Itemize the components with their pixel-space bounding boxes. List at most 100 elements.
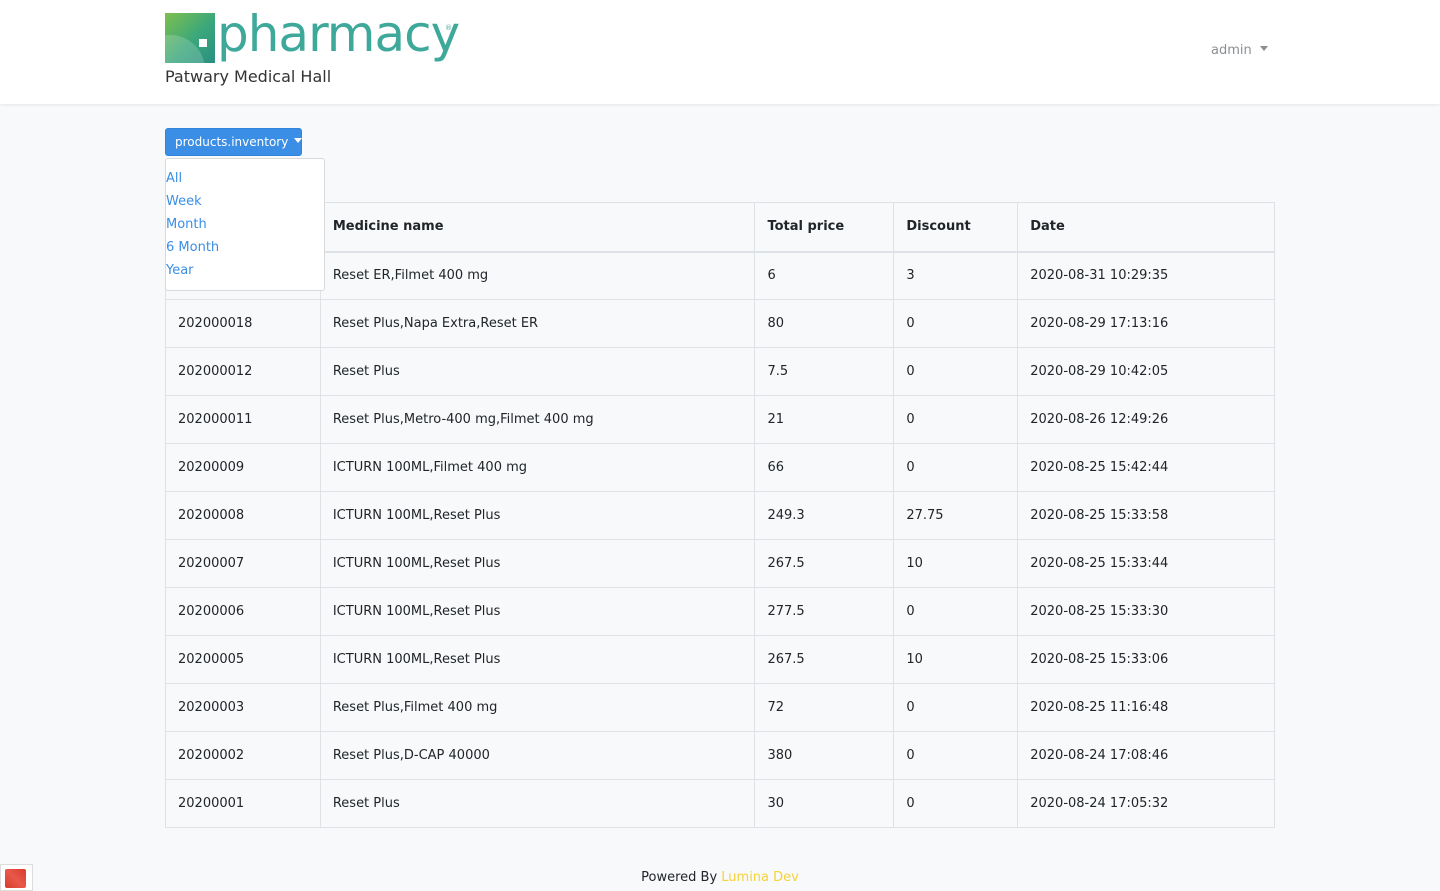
cell-discount: 0 <box>893 443 1019 492</box>
table-row: 20200008 ICTURN 100ML,Reset Plus 249.3 27.7… <box>165 491 1275 540</box>
cell-date: 2020-08-29 17:13:16 <box>1017 299 1275 348</box>
cell-total-price: 380 <box>754 731 895 780</box>
cell-discount: 0 <box>893 683 1019 732</box>
column-header-discount: Discount <box>893 202 1019 253</box>
cell-date: 2020-08-25 15:33:06 <box>1017 635 1275 684</box>
shop-name: Patwary Medical Hall <box>165 67 332 86</box>
cell-id: 20200009 <box>165 443 321 492</box>
cell-total-price: 6 <box>754 251 895 300</box>
cell-date: 2020-08-31 10:29:35 <box>1017 251 1275 300</box>
table-row: 20200005 ICTURN 100ML,Reset Plus 267.5 10 20… <box>165 635 1275 684</box>
user-menu-label: admin <box>1211 43 1252 58</box>
cell-discount: 3 <box>893 251 1019 300</box>
table-row: 20200009 ICTURN 100ML,Filmet 400 mg 66 0 202… <box>165 443 1275 492</box>
footer-prefix: Powered By <box>641 870 718 885</box>
cell-medicine-name: Reset Plus,Metro-400 mg,Filmet 400 mg <box>319 395 756 444</box>
cell-medicine-name: Reset ER,Filmet 400 mg <box>319 251 756 300</box>
cell-medicine-name: Reset Plus,Napa Extra,Reset ER <box>319 299 756 348</box>
logo-registered-mark: ® <box>445 24 452 32</box>
cell-id: 20200008 <box>165 491 321 540</box>
cell-id: 20200006 <box>165 587 321 636</box>
column-header-medicine-name: Medicine name <box>319 202 756 253</box>
filter-button-label: products.inventory <box>175 135 289 149</box>
cell-discount: 0 <box>893 587 1019 636</box>
cell-date: 2020-08-25 15:33:44 <box>1017 539 1275 588</box>
cell-total-price: 277.5 <box>754 587 895 636</box>
cell-discount: 0 <box>893 779 1019 828</box>
cell-discount: 10 <box>893 635 1019 684</box>
table-row: 20200007 ICTURN 100ML,Reset Plus 267.5 10 20… <box>165 539 1275 588</box>
cell-id: 20200003 <box>165 683 321 732</box>
cell-medicine-name: ICTURN 100ML,Reset Plus <box>319 539 756 588</box>
cell-total-price: 21 <box>754 395 895 444</box>
cell-medicine-name: ICTURN 100ML,Filmet 400 mg <box>319 443 756 492</box>
table-header-row: Medicine name Total price Discount Date <box>165 202 1275 253</box>
cell-date: 2020-08-24 17:08:46 <box>1017 731 1275 780</box>
cell-medicine-name: Reset Plus,D-CAP 40000 <box>319 731 756 780</box>
cell-id: 202000018 <box>165 299 321 348</box>
cell-date: 2020-08-26 12:49:26 <box>1017 395 1275 444</box>
cell-discount: 0 <box>893 731 1019 780</box>
cell-id: 20200007 <box>165 539 321 588</box>
dropdown-item-all[interactable]: All <box>166 169 324 192</box>
footer: Powered By Lumina Dev <box>0 870 1440 885</box>
column-header-date: Date <box>1017 202 1275 253</box>
cell-medicine-name: Reset Plus <box>319 779 756 828</box>
table-body: Reset ER,Filmet 400 mg 6 3 2020-08-31 10:29… <box>165 251 1275 828</box>
cell-date: 2020-08-25 15:33:30 <box>1017 587 1275 636</box>
top-navbar: pharmacy ® Patwary Medical Hall admin <box>0 0 1440 104</box>
brand[interactable]: pharmacy ® Patwary Medical Hall <box>165 5 465 93</box>
cell-id: 202000011 <box>165 395 321 444</box>
table-row: 202000018 Reset Plus,Napa Extra,Reset ER 8… <box>165 299 1275 348</box>
dropdown-item-6-month[interactable]: 6 Month <box>166 238 324 261</box>
column-header-total-price: Total price <box>754 202 895 253</box>
pharmacy-logo-icon <box>165 13 215 63</box>
user-menu-toggle[interactable]: admin <box>1211 43 1268 58</box>
cell-discount: 27.75 <box>893 491 1019 540</box>
table-row: 202000012 Reset Plus 7.5 0 2020-08-29 10:42:… <box>165 347 1275 396</box>
dropdown-item-week[interactable]: Week <box>166 192 324 215</box>
logo-wordmark: pharmacy <box>217 5 460 63</box>
caret-down-icon <box>294 138 303 143</box>
cell-id: 20200001 <box>165 779 321 828</box>
cell-total-price: 249.3 <box>754 491 895 540</box>
cell-discount: 0 <box>893 395 1019 444</box>
cell-discount: 0 <box>893 299 1019 348</box>
widget-icon[interactable] <box>0 864 33 891</box>
cell-medicine-name: Reset Plus,Filmet 400 mg <box>319 683 756 732</box>
cell-medicine-name: ICTURN 100ML,Reset Plus <box>319 491 756 540</box>
cell-medicine-name: Reset Plus <box>319 347 756 396</box>
cell-id: 20200005 <box>165 635 321 684</box>
cell-total-price: 72 <box>754 683 895 732</box>
sales-table: Medicine name Total price Discount Date … <box>165 202 1275 828</box>
cell-total-price: 267.5 <box>754 539 895 588</box>
filter-dropdown-button[interactable]: products.inventory <box>165 128 303 156</box>
cell-total-price: 66 <box>754 443 895 492</box>
caret-down-icon <box>1259 46 1268 51</box>
cell-discount: 10 <box>893 539 1019 588</box>
cell-medicine-name: ICTURN 100ML,Reset Plus <box>319 635 756 684</box>
cell-date: 2020-08-25 11:16:48 <box>1017 683 1275 732</box>
footer-dev-link[interactable]: Lumina Dev <box>721 870 799 885</box>
table-row: 20200003 Reset Plus,Filmet 400 mg 72 0 2020-… <box>165 683 1275 732</box>
cell-medicine-name: ICTURN 100ML,Reset Plus <box>319 587 756 636</box>
table-row: 20200006 ICTURN 100ML,Reset Plus 277.5 0 202… <box>165 587 1275 636</box>
cell-date: 2020-08-24 17:05:32 <box>1017 779 1275 828</box>
dropdown-item-month[interactable]: Month <box>166 215 324 238</box>
table-row: 20200002 Reset Plus,D-CAP 40000 380 0 2020-0… <box>165 731 1275 780</box>
table-row: 202000011 Reset Plus,Metro-400 mg,Filmet … <box>165 395 1275 444</box>
cell-date: 2020-08-29 10:42:05 <box>1017 347 1275 396</box>
cell-total-price: 7.5 <box>754 347 895 396</box>
cell-date: 2020-08-25 15:42:44 <box>1017 443 1275 492</box>
dropdown-item-year[interactable]: Year <box>166 261 324 284</box>
cell-date: 2020-08-25 15:33:58 <box>1017 491 1275 540</box>
cell-total-price: 30 <box>754 779 895 828</box>
cell-total-price: 267.5 <box>754 635 895 684</box>
cell-id: 202000012 <box>165 347 321 396</box>
filter-dropdown-menu: All Week Month 6 Month Year <box>165 158 325 291</box>
cell-total-price: 80 <box>754 299 895 348</box>
table-row: 20200001 Reset Plus 30 0 2020-08-24 17:05:32 <box>165 779 1275 828</box>
cell-id: 20200002 <box>165 731 321 780</box>
cell-discount: 0 <box>893 347 1019 396</box>
table-row: Reset ER,Filmet 400 mg 6 3 2020-08-31 10:29… <box>165 251 1275 300</box>
